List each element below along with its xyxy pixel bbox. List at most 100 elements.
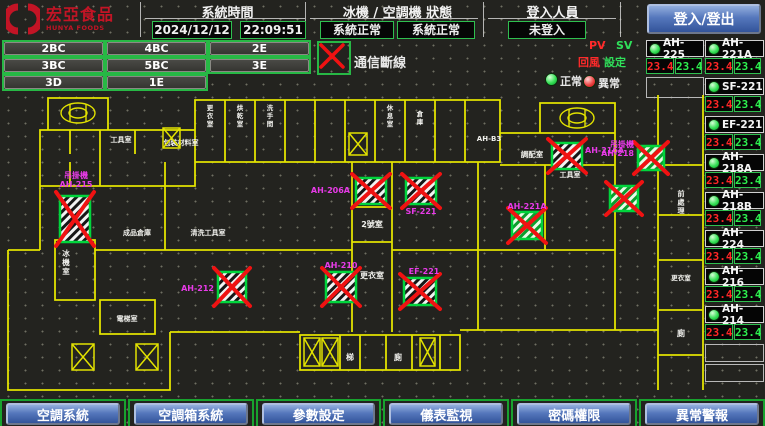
floor-button-3D[interactable]: 3D [4,76,103,89]
menu-button-3[interactable]: 參數設定 [262,403,376,425]
floor-cell: 3D [2,74,105,91]
equipment-icon-AH-220[interactable] [606,182,642,215]
sv-value: 23.4 [675,58,702,74]
status-led-icon [708,271,720,283]
equipment-tag-label: AH-206A [311,186,351,195]
brand-name-en: HUNYA FOODS [46,25,114,32]
floor-button-1E[interactable]: 1E [107,76,206,89]
room-label: 成品倉庫 [123,228,151,237]
menu-button-2[interactable]: 空調箱系統 [134,403,248,425]
equipment-icon-AH-206A[interactable] [352,174,390,208]
menu-button-5[interactable]: 密碼權限 [517,403,631,425]
floor-cell: 2BC [2,40,105,57]
equipment-name: AH-216 [722,265,763,289]
equipment-row-AH-214[interactable]: AH-214 [705,306,764,323]
login-logout-button[interactable]: 登入/登出 [647,4,761,34]
equipment-icon-AH-215[interactable] [56,192,94,246]
equipment-name: EF-221 [722,119,762,131]
equipment-icon-EF-221[interactable] [400,274,440,309]
room-label: 梯 [346,352,354,362]
equipment-tag-label: AH-221A [507,202,547,211]
system-date-value: 2024/12/12 [152,21,232,39]
stair-x-icon [72,344,94,370]
status-led-icon [708,119,720,131]
bottom-cell: 異常警報 [639,399,765,426]
menu-button-6[interactable]: 異常警報 [645,403,759,425]
equipment-icon-AH-212[interactable] [214,268,250,306]
pv-value: 23.4 [705,58,733,74]
sv-value: 23.4 [734,134,761,150]
status-led-icon [708,195,720,207]
floor-button-4BC[interactable]: 4BC [107,42,206,55]
floor-button-2BC[interactable]: 2BC [4,42,103,55]
floor-button-3E[interactable]: 3E [210,59,309,72]
equipment-row-AH-224[interactable]: AH-224 [705,230,764,247]
system-time-value: 22:09:51 [240,21,306,39]
equipment-icon-AH-221A[interactable] [508,208,546,243]
divider [145,18,305,19]
equipment-row-AH-225[interactable]: AH-225 [646,40,704,57]
equipment-icon-SF-221[interactable] [402,174,440,208]
stair-spiral-icon [560,108,594,128]
equipment-row-AH-218B[interactable]: AH-218B [705,192,764,209]
room-label: 倉庫 [416,109,424,126]
sv-value: 23.4 [734,248,761,264]
floor-cell: 4BC [105,40,208,57]
equipment-row-AH-216[interactable]: AH-216 [705,268,764,285]
pv-value: 23.4 [646,58,674,74]
equipment-name: AH-225 [663,37,703,61]
status-led-icon [708,81,720,93]
normal-legend-label: 正常 [560,73,582,89]
stair-x-icon [322,338,338,366]
stair-x-icon [420,338,435,366]
header-divider [620,2,621,37]
stair-x-icon [136,344,158,370]
abnormal-led-icon [583,75,596,88]
pv-value: 23.4 [705,210,733,226]
menu-button-4[interactable]: 儀表監視 [389,403,503,425]
bottom-cell: 參數設定 [256,399,382,426]
room-label: 清洗工具室 [191,228,226,237]
equipment-icon-AH-218[interactable] [634,142,668,174]
equipment-row-AH-221A[interactable]: AH-221A [705,40,764,57]
room-label: 廁 [394,352,402,362]
equipment-row-SF-221[interactable]: SF-221 [705,78,764,95]
equipment-icon-AH-216A[interactable] [548,139,586,173]
bottom-cell: 空調系統 [0,399,126,426]
return-air-legend-label: 回風 [578,54,600,70]
equipment-name: SF-221 [722,81,763,93]
equipment-name: AH-218A [722,151,763,175]
floor-button-3BC[interactable]: 3BC [4,59,103,72]
floor-selector-grid: 2BC 4BC 2E 3BC 5BC 3E 3D 1E [2,40,311,91]
room-label: 廁 [677,328,685,338]
header-divider [140,2,141,37]
comm-fail-legend-box [317,41,351,75]
floor-plan: 工具室包裝材料室更衣室烘乾室洗手間休息室倉庫AH-B3調配室工具室2號室更衣室成… [2,92,705,398]
equipment-tag-label: SF-221 [406,207,437,216]
pv-value: 23.4 [705,324,733,340]
abnormal-legend-label: 異常 [598,75,620,91]
equipment-tag-label: 吊掛機AH-215 [60,170,93,189]
empty-slot [705,364,764,382]
menu-button-1[interactable]: 空調系統 [6,403,120,425]
equipment-tag-label: AH-212 [181,284,214,293]
equipment-tag-label: 吊掛機AH-218 [601,139,634,158]
room-label: 調配室 [521,149,544,159]
equipment-tag-label: AH-210 [325,261,358,270]
equipment-tag-label: EF-221 [409,267,440,276]
bottom-cell: 儀表監視 [383,399,509,426]
room-label: 工具室 [560,170,581,179]
equipment-name: AH-218B [722,189,763,213]
room-label: 工具室 [111,135,132,144]
equipment-row-AH-218A[interactable]: AH-218A [705,154,764,171]
comm-fail-x-icon [319,43,345,69]
sv-value: 23.4 [734,286,761,302]
floor-button-2E[interactable]: 2E [210,42,309,55]
room-label: 休息室 [386,103,394,128]
floor-cell: 5BC [105,57,208,74]
floor-button-5BC[interactable]: 5BC [107,59,206,72]
room-label: 洗手間 [267,103,274,128]
comm-fail-legend-label: 通信斷線 [354,52,406,71]
equipment-row-EF-221[interactable]: EF-221 [705,116,764,133]
equipment-icon-AH-210[interactable] [322,268,360,306]
